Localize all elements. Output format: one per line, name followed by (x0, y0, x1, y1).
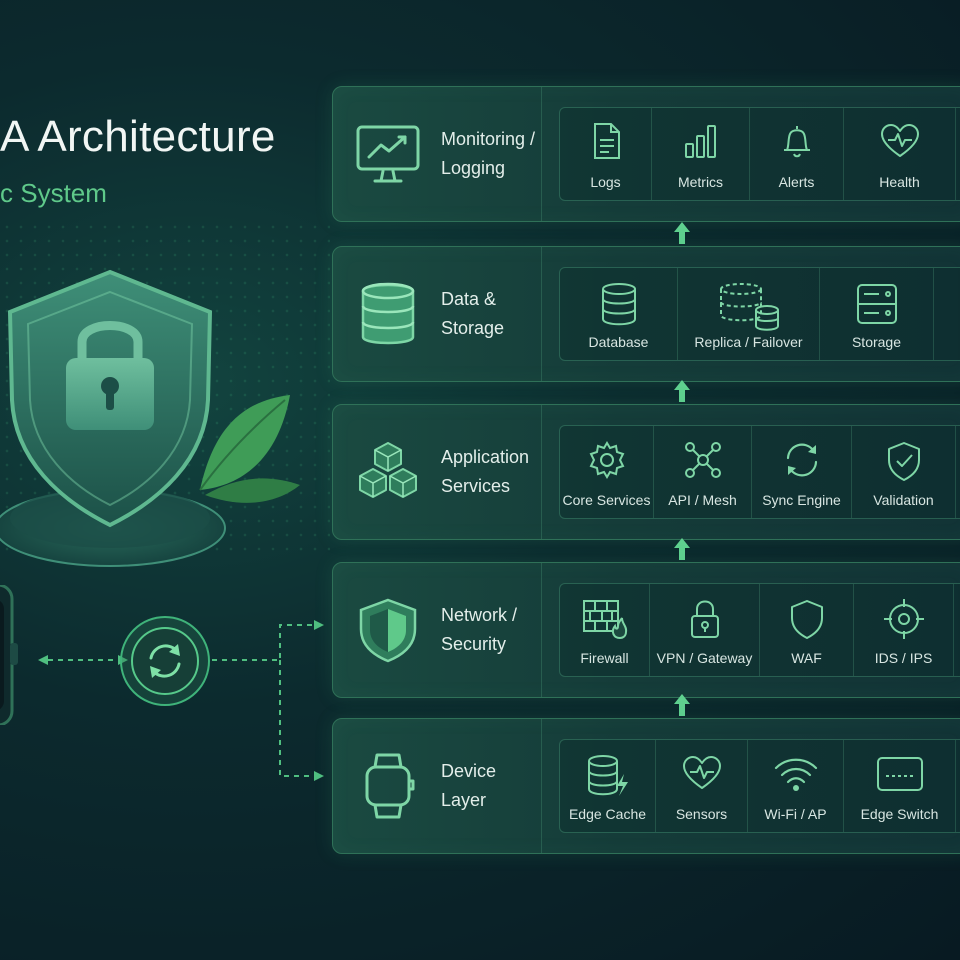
sync-icon (786, 443, 817, 477)
layer-label: Network / Security (441, 605, 518, 654)
item-label: Core Services (562, 492, 651, 508)
item-label: API / Mesh (668, 492, 737, 508)
layer-label: Application Services (441, 447, 530, 496)
cubes-icon (359, 442, 417, 498)
item-label: Storage (851, 334, 902, 350)
item-label: Firewall (580, 650, 629, 666)
layer-network-security: Network / Security Firewall VPN / Gatewa… (332, 562, 960, 698)
item-label: Sensors (675, 806, 728, 822)
item-vpn-gateway[interactable]: VPN / Gateway (650, 584, 760, 676)
layer-label: Monitoring / Logging (441, 129, 536, 178)
heartbeat-icon (880, 124, 919, 157)
layer-items: Database Replica / Failover Storage (559, 267, 960, 361)
layer-label: Data & Storage (441, 289, 505, 338)
item-metrics[interactable]: Metrics (652, 108, 750, 200)
item-database[interactable]: Database (560, 268, 678, 360)
arrow-up-icon (674, 538, 690, 560)
arrow-up-icon (674, 380, 690, 402)
item-label: Database (588, 334, 649, 350)
item-label: Wi-Fi / AP (764, 806, 827, 822)
layer-items: Core Services API / Mesh Sync Engine Val… (559, 425, 960, 519)
layer-label: Device Layer (441, 761, 497, 810)
item-label: Replica / Failover (694, 334, 803, 350)
item-api-mesh[interactable]: API / Mesh (654, 426, 752, 518)
gear-icon (589, 441, 624, 479)
item-replica-failover[interactable]: Replica / Failover (678, 268, 820, 360)
shield-lock-illustration (0, 269, 300, 567)
item-core-services[interactable]: Core Services (560, 426, 654, 518)
page-title: A Architecture (0, 112, 276, 161)
sync-node-icon (120, 616, 210, 706)
switch-icon (876, 757, 923, 791)
arrow-up-icon (674, 222, 690, 244)
layer-monitoring-logging: Monitoring / Logging Logs Metrics Alerts… (332, 86, 960, 222)
layer-application-services: Application Services Core Services API /… (332, 404, 960, 540)
item-alerts[interactable]: Alerts (750, 108, 844, 200)
shield-icon (359, 598, 417, 663)
arrow-up-icon (674, 694, 690, 716)
item-label: Sync Engine (762, 492, 841, 508)
item-label: WAF (791, 650, 822, 666)
item-sensors[interactable]: Sensors (656, 740, 748, 832)
item-label: Metrics (677, 174, 724, 190)
heart-pulse-icon (682, 756, 721, 789)
item-wifi-ap[interactable]: Wi-Fi / AP (748, 740, 844, 832)
shield-outline-icon (790, 600, 823, 639)
item-sync-engine[interactable]: Sync Engine (752, 426, 852, 518)
wifi-icon (774, 758, 817, 791)
item-ids-ips[interactable]: IDS / IPS (854, 584, 954, 676)
layer-device: Device Layer Edge Cache Sensors Wi-Fi / … (332, 718, 960, 854)
replica-icon (719, 283, 779, 331)
layer-items: Firewall VPN / Gateway WAF IDS / IPS (559, 583, 960, 677)
item-waf[interactable]: WAF (760, 584, 854, 676)
monitor-chart-icon (356, 125, 420, 183)
database-icon (361, 282, 415, 345)
item-edge-switch[interactable]: Edge Switch (844, 740, 956, 832)
document-icon (593, 123, 620, 159)
bar-chart-icon (684, 125, 716, 158)
item-label: Logs (590, 174, 621, 190)
firewall-icon (582, 600, 627, 640)
layer-items: Edge Cache Sensors Wi-Fi / AP Edge Switc… (559, 739, 960, 833)
lock-icon (690, 600, 719, 638)
bell-icon (783, 126, 810, 158)
item-label: VPN / Gateway (656, 650, 753, 666)
item-logs[interactable]: Logs (560, 108, 652, 200)
item-label: Alerts (778, 174, 815, 190)
crosshair-icon (883, 599, 924, 639)
page-subtitle: c System (0, 178, 107, 208)
layer-items: Logs Metrics Alerts Health (559, 107, 960, 201)
shield-check-icon (887, 442, 920, 481)
item-label: IDS / IPS (874, 650, 933, 666)
layer-data-storage: Data & Storage Database Replica / Failov… (332, 246, 960, 382)
server-icon (856, 284, 897, 324)
item-label: Edge Switch (860, 806, 939, 822)
item-label: Validation (873, 492, 934, 508)
item-label: Edge Cache (568, 806, 647, 822)
item-validation[interactable]: Validation (852, 426, 956, 518)
database-bolt-icon (587, 755, 628, 796)
item-storage[interactable]: Storage (820, 268, 934, 360)
item-health[interactable]: Health (844, 108, 956, 200)
smartwatch-icon (365, 753, 415, 819)
mesh-icon (684, 442, 721, 478)
item-label: Health (879, 174, 920, 190)
database-icon (601, 283, 636, 326)
item-edge-cache[interactable]: Edge Cache (560, 740, 656, 832)
item-firewall[interactable]: Firewall (560, 584, 650, 676)
